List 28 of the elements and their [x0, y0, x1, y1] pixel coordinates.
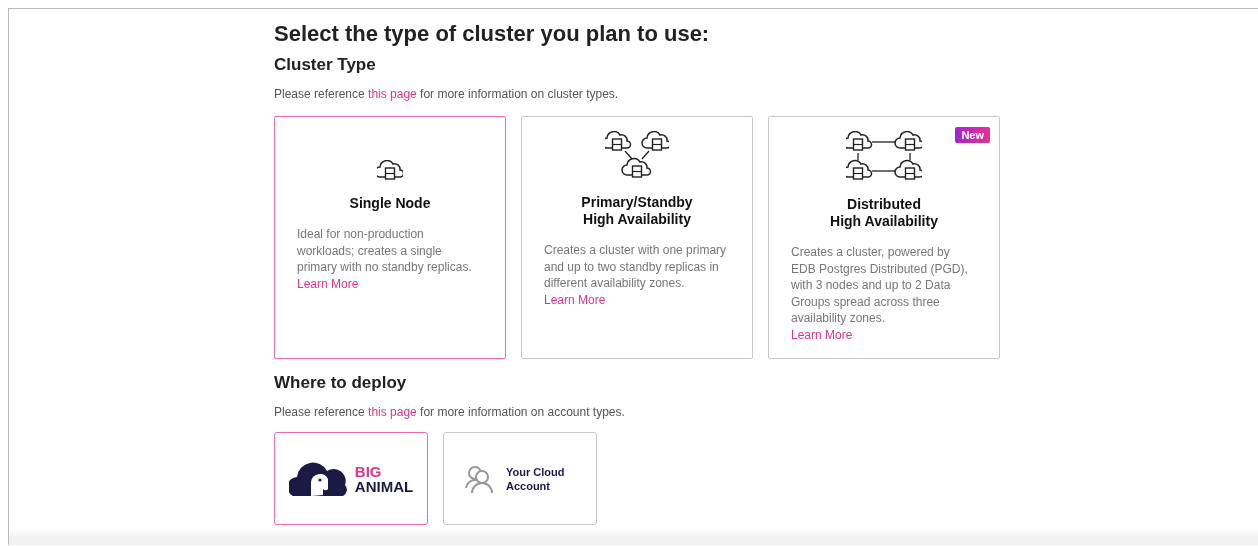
users-icon — [464, 463, 494, 494]
cluster-type-card[interactable]: Single Node Ideal for non-production workloads; creates a single primary with no standby replicas. Learn More — [274, 116, 506, 359]
cluster-type-card[interactable]: New Distributed High Availability Creates a cluster, powered by EDB Postgres Distributed (PGD), with 3 nodes and up to 2 Data Groups spread across three availability zones. Learn More — [768, 116, 1000, 359]
cloud-server-icon — [377, 160, 403, 182]
reference-text: Please reference this page for more information on cluster types. — [274, 87, 620, 101]
reference-text: Please reference this page for more information on account types. — [274, 405, 626, 419]
learn-more-link[interactable]: Learn More — [544, 291, 606, 308]
card-title: Single Node — [349, 195, 431, 212]
card-description: Ideal for non-production workloads; creates a single primary with no standby replicas. — [297, 226, 473, 276]
card-title: Distributed High Availability — [830, 196, 938, 230]
new-badge: New — [955, 127, 990, 143]
card-title: Primary/Standby High Availability — [581, 194, 693, 228]
reference-link[interactable]: this page — [368, 87, 417, 101]
learn-more-link[interactable]: Learn More — [791, 326, 853, 343]
option-label: Your Cloud Account — [506, 464, 566, 493]
section-title: Cluster Type — [274, 55, 377, 75]
cloud-servers-icon — [605, 131, 669, 181]
brand-logo-text: BIG ANIMAL — [354, 463, 414, 494]
card-description: Creates a cluster with one primary and up to two standby replicas in different availability zones. — [544, 242, 728, 292]
page-heading: Select the type of cluster you plan to use: — [274, 21, 711, 47]
section-title: Where to deploy — [274, 373, 408, 393]
reference-link[interactable]: this page — [368, 405, 417, 419]
learn-more-link[interactable]: Learn More — [297, 275, 359, 292]
deploy-option-card[interactable]: Your Cloud Account — [443, 432, 597, 525]
cloud-servers-icon — [846, 131, 922, 183]
card-description: Creates a cluster, powered by EDB Postgres Distributed (PGD), with 3 nodes and up to 2 Data Groups spread across three availability zones. — [791, 244, 969, 327]
deploy-option-card[interactable]: BIG ANIMAL — [274, 432, 428, 525]
cluster-type-card[interactable]: Primary/Standby High Availability Creates a cluster with one primary and up to two standby replicas in different availability zones. Learn More — [521, 116, 753, 359]
